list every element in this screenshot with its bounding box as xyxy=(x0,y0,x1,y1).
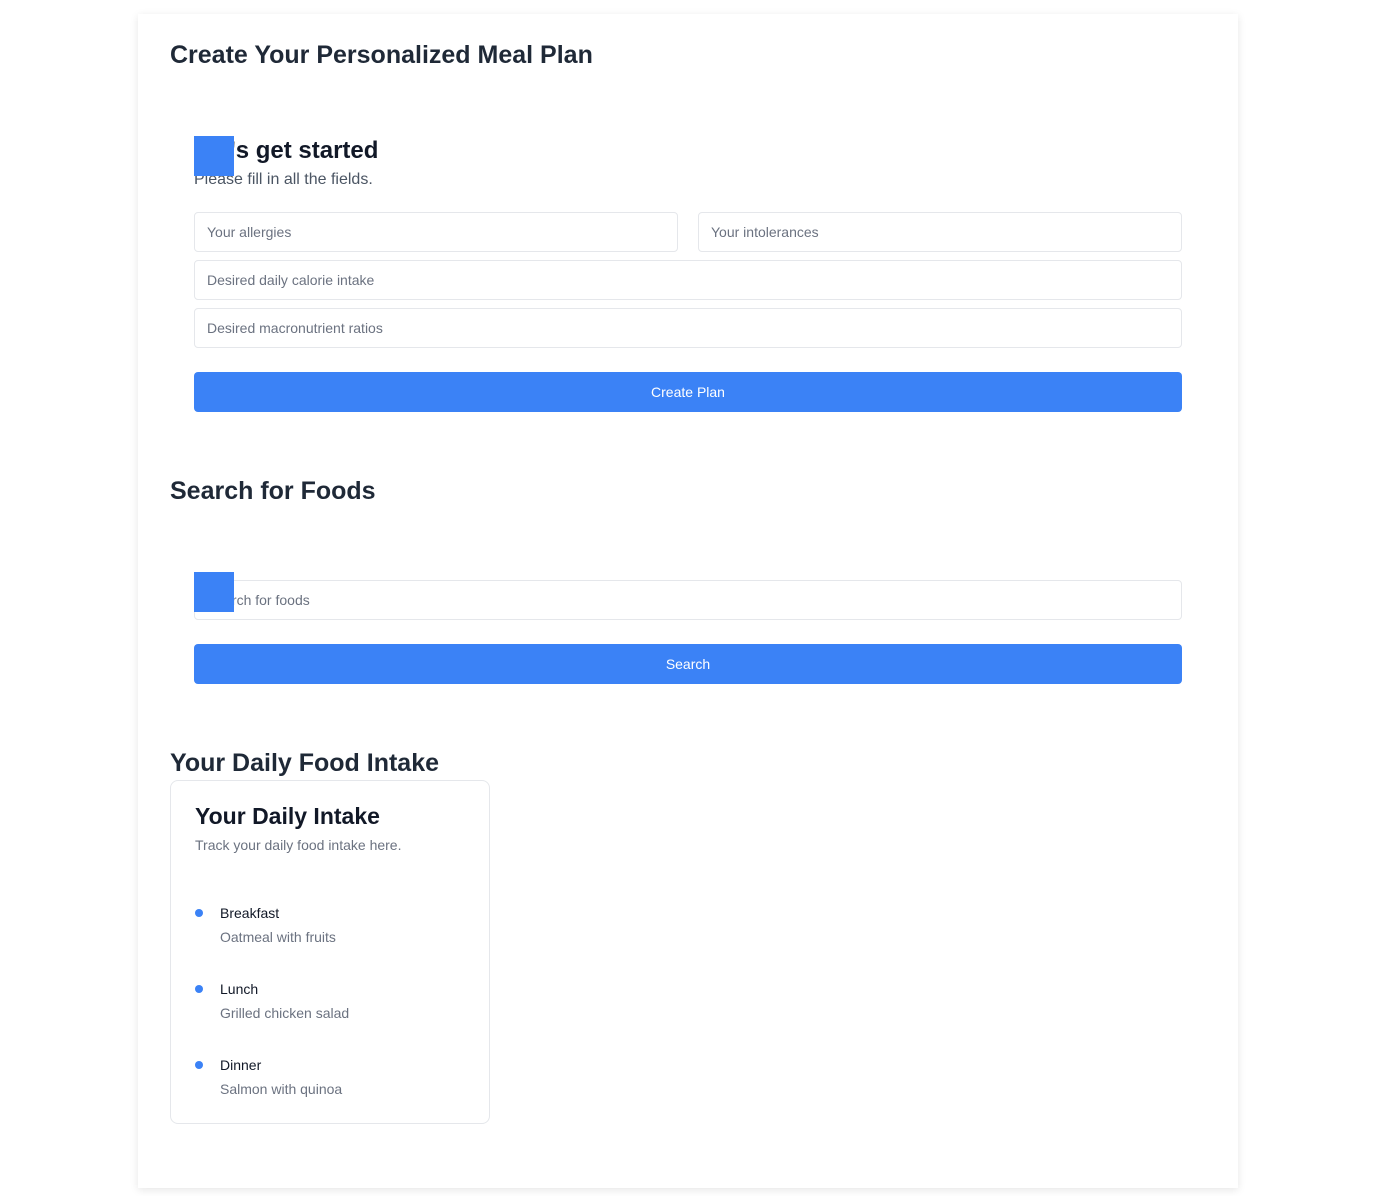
food-search-input[interactable] xyxy=(194,580,1182,620)
allergies-input[interactable] xyxy=(194,212,678,252)
meal-food: Oatmeal with fruits xyxy=(220,929,336,945)
bullet-dot-icon xyxy=(195,909,203,917)
meal-food: Grilled chicken salad xyxy=(220,1005,350,1021)
calorie-intake-input[interactable] xyxy=(194,260,1182,300)
meal-name: Dinner xyxy=(220,1057,262,1073)
bullet-dot-icon xyxy=(195,1061,203,1069)
macronutrient-ratios-input[interactable] xyxy=(194,308,1182,348)
search-button[interactable]: Search xyxy=(194,644,1182,684)
bullet-dot-icon xyxy=(195,985,203,993)
daily-food-intake-title: Your Daily Food Intake xyxy=(170,749,440,777)
daily-intake-card: Your Daily Intake Track your daily food … xyxy=(170,780,490,1124)
meal-name: Breakfast xyxy=(220,905,280,921)
image-placeholder xyxy=(194,572,234,612)
create-plan-button[interactable]: Create Plan xyxy=(194,372,1182,412)
intolerances-input[interactable] xyxy=(698,212,1182,252)
meal-plan-title: Create Your Personalized Meal Plan xyxy=(170,41,593,69)
card-title: Your Daily Intake xyxy=(195,803,380,829)
list-item: Dinner Salmon with quinoa xyxy=(195,1055,349,1131)
meal-name: Lunch xyxy=(220,981,259,997)
list-item: Lunch Grilled chicken salad xyxy=(195,979,349,1055)
main-container: Create Your Personalized Meal Plan Let's… xyxy=(138,14,1238,1188)
card-description: Track your daily food intake here. xyxy=(195,837,402,853)
image-placeholder xyxy=(194,136,234,176)
list-item: Breakfast Oatmeal with fruits xyxy=(195,903,349,979)
meal-food: Salmon with quinoa xyxy=(220,1081,343,1097)
search-foods-title: Search for Foods xyxy=(170,477,376,505)
meal-list: Breakfast Oatmeal with fruits Lunch Gril… xyxy=(195,903,349,1131)
